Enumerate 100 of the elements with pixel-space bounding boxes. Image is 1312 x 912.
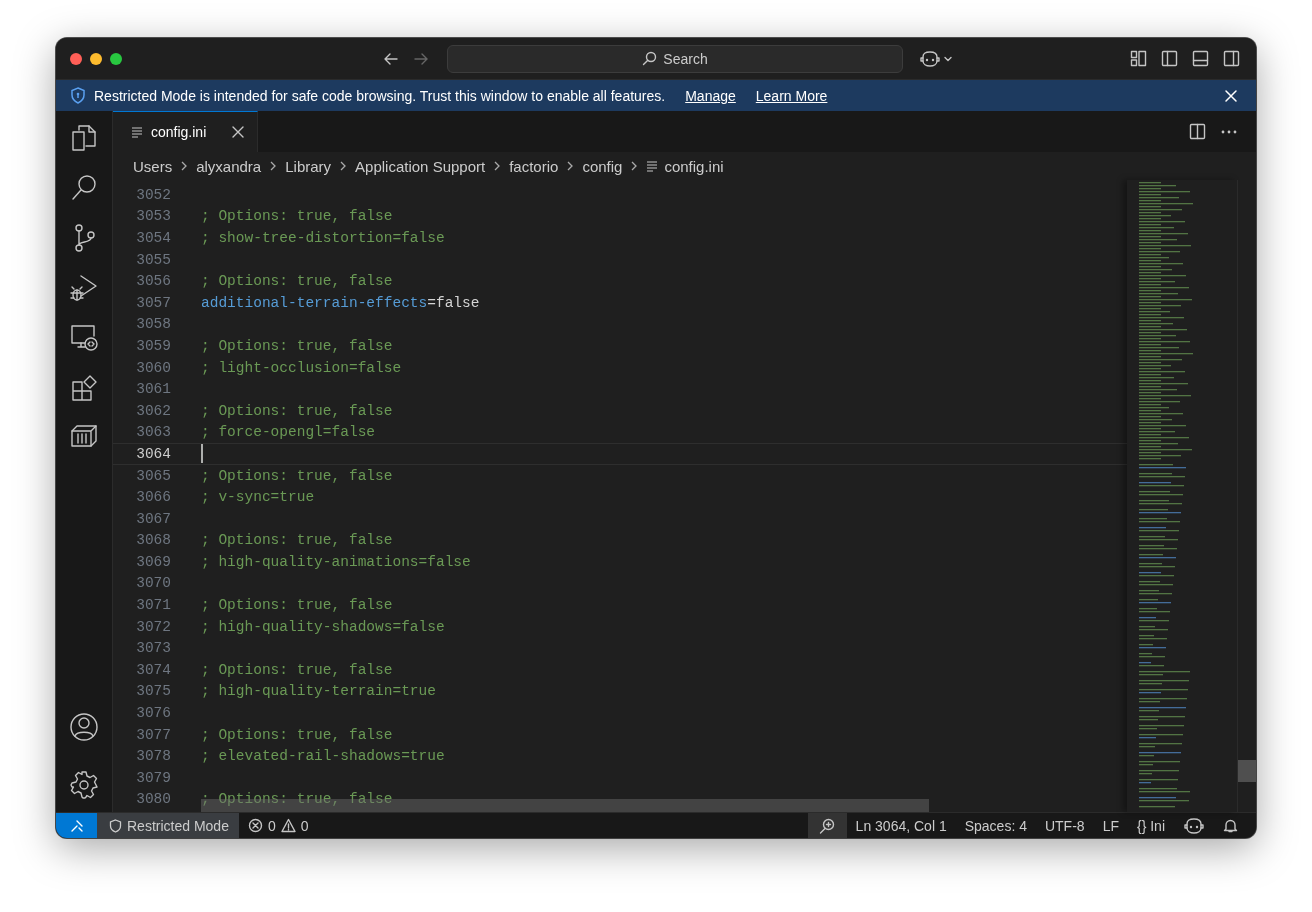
line-number: 3066 <box>135 489 172 506</box>
line-number: 3076 <box>135 705 172 722</box>
zoom-icon <box>819 817 836 834</box>
line-number: 3055 <box>135 251 172 268</box>
extensions-icon[interactable] <box>70 373 98 403</box>
chevron-icon <box>566 160 575 172</box>
banner-link[interactable]: Manage <box>685 87 736 104</box>
file-icon <box>131 126 143 138</box>
shield-icon <box>109 818 122 833</box>
chevron-icon <box>269 160 278 172</box>
line-number: 3056 <box>135 273 172 290</box>
line-number: 3074 <box>135 661 172 678</box>
line-number: 3061 <box>135 381 172 398</box>
run-debug-icon[interactable] <box>69 273 99 303</box>
files-icon[interactable] <box>70 123 98 153</box>
settings-icon[interactable] <box>69 770 99 800</box>
encoding-button[interactable]: UTF-8 <box>1035 813 1094 838</box>
code-comment: ; high-quality-animations=false <box>201 553 471 570</box>
code-comment: ; Options: true, false <box>201 661 393 678</box>
code-line: additional-terrain-effects=false <box>201 294 480 311</box>
code-comment: ; elevated-rail-shadows=true <box>201 748 445 765</box>
account-icon[interactable] <box>69 712 99 742</box>
line-number: 3069 <box>135 553 172 570</box>
close-icon[interactable] <box>231 125 245 139</box>
line-number: 3073 <box>135 640 172 657</box>
breadcrumb-item[interactable]: config.ini <box>664 157 724 175</box>
breadcrumb-item[interactable]: Users <box>133 157 173 175</box>
line-number: 3062 <box>135 402 172 419</box>
sidebar-toggle-icon[interactable] <box>1223 50 1240 67</box>
more-icon[interactable] <box>1220 128 1238 135</box>
error-icon <box>247 818 263 833</box>
breadcrumb-item[interactable]: config <box>582 157 623 175</box>
line-number: 3054 <box>135 230 172 246</box>
zoom-button[interactable] <box>807 813 847 838</box>
line-number: 3067 <box>135 510 172 527</box>
text-cursor <box>201 444 203 464</box>
line-ending-button[interactable]: LF <box>1093 813 1128 838</box>
panel-toggle-icon[interactable] <box>1192 50 1209 67</box>
code-comment: ; Options: true, false <box>201 467 393 484</box>
code-comment: ; Options: true, false <box>201 597 393 614</box>
chevron-icon <box>339 160 348 172</box>
breadcrumb-item[interactable]: Application Support <box>355 157 486 175</box>
search-button[interactable]: Search <box>447 44 903 73</box>
line-number: 3079 <box>135 769 172 786</box>
line-number: 3057 <box>135 294 172 311</box>
code-comment: ; high-quality-terrain=true <box>201 683 436 700</box>
copilot-icon[interactable] <box>919 49 941 68</box>
breadcrumb-item[interactable]: Library <box>285 157 332 175</box>
container-icon[interactable] <box>70 423 98 449</box>
code-comment: ; Options: true, false <box>201 726 393 743</box>
line-number: 3064 <box>135 445 172 462</box>
chevron-icon <box>630 160 639 172</box>
banner-link[interactable]: Learn More <box>755 87 828 104</box>
code-comment: ; high-quality-shadows=false <box>201 618 445 635</box>
zoom-window-button[interactable] <box>110 52 122 65</box>
code-comment: ; show-tree-distortion=false <box>201 230 445 246</box>
line-number: 3068 <box>135 532 172 549</box>
banner-message: Restricted Mode is intended for safe code browsing. Trust this window to enable all features. <box>94 87 666 104</box>
code-comment: ; Options: true, false <box>201 208 393 225</box>
minimize-window-button[interactable] <box>90 52 102 65</box>
code-comment: ; force-opengl=false <box>201 424 376 441</box>
scrollbar-thumb[interactable] <box>1238 760 1256 782</box>
split-editor-icon[interactable] <box>1189 123 1206 140</box>
tab-label: config.ini <box>151 124 207 140</box>
line-number: 3077 <box>135 726 172 743</box>
remote-icon <box>69 818 84 833</box>
problems-button[interactable]: 0 0 <box>238 813 318 838</box>
sidebar-toggle-icon[interactable] <box>1161 50 1178 67</box>
shield-icon <box>70 87 86 104</box>
copilot-icon[interactable] <box>1183 816 1205 835</box>
line-number: 3060 <box>135 359 172 376</box>
language-button[interactable]: {} Ini <box>1127 813 1174 838</box>
warning-icon <box>280 818 296 833</box>
close-window-button[interactable] <box>70 52 82 65</box>
line-number: 3052 <box>135 186 172 203</box>
chevron-icon <box>493 160 502 172</box>
line-number: 3072 <box>135 618 172 635</box>
chevron-icon <box>180 160 189 172</box>
search-icon <box>642 51 658 66</box>
remote-explorer-icon[interactable] <box>69 323 99 353</box>
line-number: 3078 <box>135 748 172 765</box>
code-comment: ; Options: true, false <box>201 402 393 419</box>
line-number: 3075 <box>135 683 172 700</box>
line-number: 3080 <box>135 791 172 808</box>
breadcrumb-item[interactable]: alyxandra <box>196 157 262 175</box>
editor-tab[interactable]: config.ini <box>113 111 258 152</box>
code-comment: ; light-occlusion=false <box>201 359 402 376</box>
line-number: 3058 <box>135 316 172 333</box>
cursor-position-button[interactable]: Ln 3064, Col 1 <box>846 813 956 838</box>
restricted-mode-button[interactable]: Restricted Mode <box>97 813 239 838</box>
line-number: 3059 <box>135 337 172 354</box>
indentation-button[interactable]: Spaces: 4 <box>955 813 1036 838</box>
code-comment: ; Options: true, false <box>201 532 393 549</box>
layout-icon[interactable] <box>1130 50 1147 67</box>
code-comment: ; v-sync=true <box>201 489 315 506</box>
notifications-icon[interactable] <box>1223 818 1238 833</box>
line-number: 3053 <box>135 208 172 225</box>
remote-button[interactable] <box>56 813 97 838</box>
line-number: 3071 <box>135 597 172 614</box>
breadcrumb-item[interactable]: factorio <box>509 157 559 175</box>
